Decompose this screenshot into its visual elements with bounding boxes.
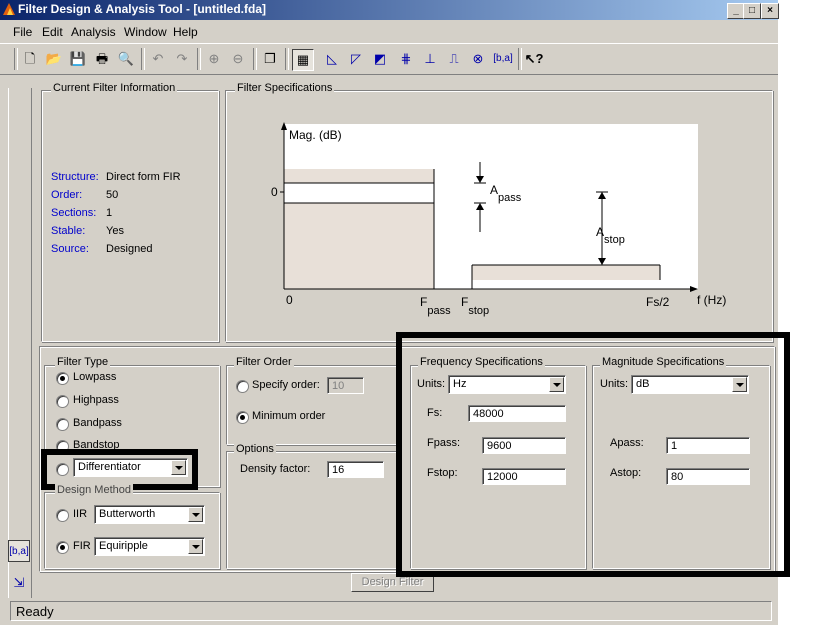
sidebar-strip (8, 88, 32, 598)
fstop-label: Fstop (461, 295, 490, 317)
specify-order-radio[interactable] (236, 380, 249, 393)
filter-order-panel (226, 365, 400, 445)
source-value: Designed (106, 243, 153, 255)
x-zero-label: 0 (286, 293, 293, 307)
group-delay-icon[interactable]: ⋕ (396, 49, 416, 69)
structure-value: Direct form FIR (106, 171, 181, 183)
menu-edit[interactable]: Edit (42, 25, 63, 39)
impulse-response-icon[interactable]: ⊥ (420, 49, 440, 69)
toolbar-separator (518, 48, 522, 70)
pole-zero-icon[interactable]: ⊗ (468, 49, 488, 69)
bandpass-radio[interactable] (56, 418, 69, 431)
highpass-radio[interactable] (56, 395, 69, 408)
minimum-order-label[interactable]: Minimum order (252, 410, 325, 422)
zoom-out-icon[interactable]: ⊖ (228, 49, 248, 69)
y-axis-label: Mag. (dB) (289, 128, 342, 142)
minimum-order-radio[interactable] (236, 411, 249, 424)
fir-radio[interactable] (56, 541, 69, 554)
iir-method-value: Butterworth (99, 508, 156, 520)
window-title: Filter Design & Analysis Tool - [untitle… (18, 2, 267, 16)
new-window-icon[interactable]: ❐ (260, 49, 280, 69)
highlight-box (396, 332, 790, 577)
plot-axes (280, 122, 698, 292)
undo-icon[interactable]: ↶ (148, 49, 168, 69)
lowpass-radio[interactable] (56, 372, 69, 385)
current-filter-info-legend: Current Filter Information (51, 82, 178, 94)
zoom-in-icon[interactable]: ⊕ (204, 49, 224, 69)
step-response-icon[interactable]: ⎍ (444, 49, 464, 69)
title-bar[interactable]: Filter Design & Analysis Tool - [untitle… (0, 0, 779, 20)
specify-order-input[interactable]: 10 (327, 377, 364, 394)
open-icon[interactable]: 📂 (44, 49, 64, 69)
magnitude-phase-icon[interactable]: ◩ (370, 49, 390, 69)
print-icon[interactable]: 🖶 (92, 49, 112, 69)
order-label: Order: (51, 189, 83, 201)
toolbar-separator (285, 48, 289, 70)
toolbar: 🗋 📂 💾 🖶 🔍 ↶ ↷ ⊕ ⊖ ❐ ▦ ◺ ◸ ◩ ⋕ ⊥ ⎍ ⊗ [b,a… (0, 43, 778, 75)
stable-label: Stable: (51, 225, 86, 237)
structure-label: Structure: (51, 171, 99, 183)
print-preview-icon[interactable]: 🔍 (116, 49, 136, 69)
toolbar-grip (14, 48, 18, 70)
magnitude-response-icon[interactable]: ◺ (322, 49, 342, 69)
toolbar-separator (253, 48, 257, 70)
options-legend: Options (234, 443, 276, 455)
filter-type-legend: Filter Type (55, 356, 111, 368)
design-method-legend: Design Method (55, 484, 133, 496)
apass-label: Apass (490, 183, 522, 204)
x-axis-label: f (Hz) (697, 293, 727, 307)
filter-specs-legend: Filter Specifications (235, 82, 335, 94)
iir-method-dropdown[interactable]: Butterworth (94, 505, 205, 524)
y-zero-label: 0 (271, 185, 278, 199)
menu-window[interactable]: Window (124, 25, 167, 39)
menu-analysis[interactable]: Analysis (71, 25, 116, 39)
density-factor-input[interactable]: 16 (327, 461, 384, 478)
chevron-down-icon[interactable] (188, 539, 203, 554)
highpass-label[interactable]: Highpass (73, 394, 119, 406)
whats-this-icon[interactable]: ↖? (524, 49, 544, 69)
sections-label: Sections: (51, 207, 97, 219)
save-icon[interactable]: 💾 (68, 49, 88, 69)
status-bar: Ready (10, 601, 772, 621)
design-mode-icon[interactable]: [b,a] (8, 540, 30, 562)
fs2-label: Fs/2 (646, 295, 670, 309)
maximize-button[interactable]: □ (743, 3, 761, 19)
bandpass-label[interactable]: Bandpass (73, 417, 122, 429)
lowpass-label[interactable]: Lowpass (73, 371, 116, 383)
design-method-panel (44, 492, 220, 569)
fpass-label: Fpass (420, 295, 451, 317)
matlab-logo-icon (3, 3, 15, 16)
chevron-down-icon[interactable] (188, 507, 203, 522)
iir-label[interactable]: IIR (73, 508, 87, 520)
redo-icon[interactable]: ↷ (172, 49, 192, 69)
astop-label: Astop (596, 225, 625, 246)
filter-order-legend: Filter Order (234, 356, 294, 368)
toolbar-separator (197, 48, 201, 70)
specify-order-label[interactable]: Specify order: (252, 379, 320, 391)
density-factor-label: Density factor: (240, 463, 311, 475)
filter-coefficients-icon[interactable]: [b,a] (493, 49, 513, 69)
new-icon[interactable]: 🗋 (20, 49, 40, 69)
fir-method-dropdown[interactable]: Equiripple (94, 537, 205, 556)
toolbar-separator (141, 48, 145, 70)
import-mode-icon[interactable]: ⇲ (8, 572, 30, 594)
fir-method-value: Equiripple (99, 540, 148, 552)
close-button[interactable]: × (761, 3, 779, 19)
source-label: Source: (51, 243, 89, 255)
sections-value: 1 (106, 207, 113, 219)
fir-label[interactable]: FIR (73, 540, 91, 552)
menu-help[interactable]: Help (173, 25, 198, 39)
phase-response-icon[interactable]: ◸ (346, 49, 366, 69)
iir-radio[interactable] (56, 509, 69, 522)
stable-value: Yes (106, 225, 124, 237)
order-value: 50 (106, 189, 119, 201)
filter-specs-icon[interactable]: ▦ (292, 49, 314, 71)
menu-file[interactable]: File (13, 25, 32, 39)
